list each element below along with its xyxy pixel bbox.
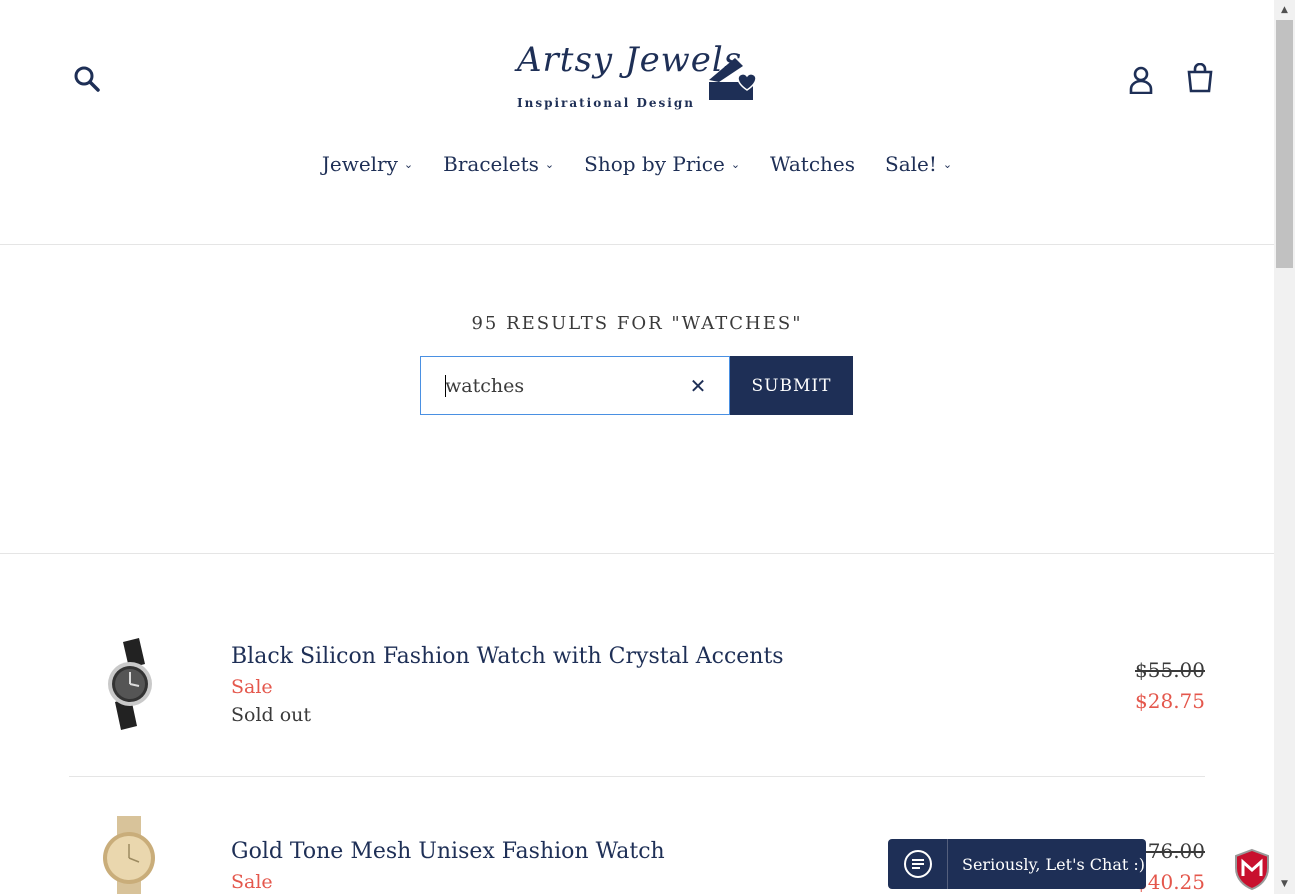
chat-label: Seriously, Let's Chat :) bbox=[962, 854, 1145, 874]
vertical-scrollbar[interactable]: ▲ ▼ bbox=[1274, 0, 1295, 894]
nav-item-bracelets[interactable]: Bracelets ⌄ bbox=[443, 152, 554, 176]
scroll-down-arrow-icon[interactable]: ▼ bbox=[1274, 874, 1295, 894]
cart-icon[interactable] bbox=[1184, 62, 1216, 94]
nav-item-watches[interactable]: Watches bbox=[770, 152, 855, 176]
nav-label: Shop by Price bbox=[584, 152, 725, 176]
product-divider bbox=[69, 776, 1205, 777]
chevron-down-icon: ⌄ bbox=[730, 157, 741, 171]
nav-item-shop-by-price[interactable]: Shop by Price ⌄ bbox=[584, 152, 740, 176]
nav-label: Jewelry bbox=[321, 152, 398, 176]
sold-out-label: Sold out bbox=[231, 704, 312, 726]
nav-label: Bracelets bbox=[443, 152, 539, 176]
jewelry-box-icon bbox=[709, 58, 757, 100]
search-input[interactable] bbox=[445, 371, 675, 401]
sale-label: Sale bbox=[231, 676, 273, 698]
nav-item-sale[interactable]: Sale! ⌄ bbox=[885, 152, 952, 176]
product-image[interactable] bbox=[97, 816, 163, 894]
results-title: 95 RESULTS FOR "WATCHES" bbox=[471, 313, 803, 334]
page: Artsy Jewels Inspirational Design Jewelr… bbox=[0, 0, 1274, 894]
clear-search-icon[interactable]: ✕ bbox=[687, 375, 709, 397]
header-divider bbox=[0, 244, 1274, 245]
chevron-down-icon: ⌄ bbox=[544, 157, 555, 171]
site-logo[interactable]: Artsy Jewels Inspirational Design bbox=[505, 40, 765, 120]
product-item[interactable]: Black Silicon Fashion Watch with Crystal… bbox=[69, 630, 1205, 776]
original-price: $55.00 bbox=[1135, 658, 1205, 682]
sale-price: $28.75 bbox=[1135, 689, 1205, 713]
sale-label: Sale bbox=[231, 871, 273, 893]
nav-label: Sale! bbox=[885, 152, 937, 176]
product-title[interactable]: Black Silicon Fashion Watch with Crystal… bbox=[231, 644, 784, 669]
nav-label: Watches bbox=[770, 152, 856, 176]
chat-bubble-icon bbox=[888, 839, 948, 889]
search-divider bbox=[0, 553, 1274, 554]
scroll-thumb[interactable] bbox=[1276, 20, 1293, 268]
account-icon[interactable] bbox=[1127, 65, 1155, 95]
product-title[interactable]: Gold Tone Mesh Unisex Fashion Watch bbox=[231, 839, 665, 864]
search-icon[interactable] bbox=[72, 64, 102, 94]
chevron-down-icon: ⌄ bbox=[942, 157, 953, 171]
nav-item-jewelry[interactable]: Jewelry ⌄ bbox=[322, 152, 413, 176]
product-image[interactable] bbox=[97, 636, 163, 734]
logo-subtitle: Inspirational Design bbox=[517, 96, 695, 110]
search-form: ✕ bbox=[420, 356, 730, 415]
security-shield-icon[interactable] bbox=[1233, 848, 1271, 890]
chevron-down-icon: ⌄ bbox=[403, 157, 414, 171]
submit-button[interactable]: SUBMIT bbox=[730, 356, 853, 415]
main-nav: Jewelry ⌄ Bracelets ⌄ Shop by Price ⌄ Wa… bbox=[0, 152, 1274, 176]
scroll-up-arrow-icon[interactable]: ▲ bbox=[1274, 0, 1295, 20]
chat-widget-button[interactable]: Seriously, Let's Chat :) bbox=[888, 839, 1146, 889]
text-caret bbox=[445, 375, 446, 397]
